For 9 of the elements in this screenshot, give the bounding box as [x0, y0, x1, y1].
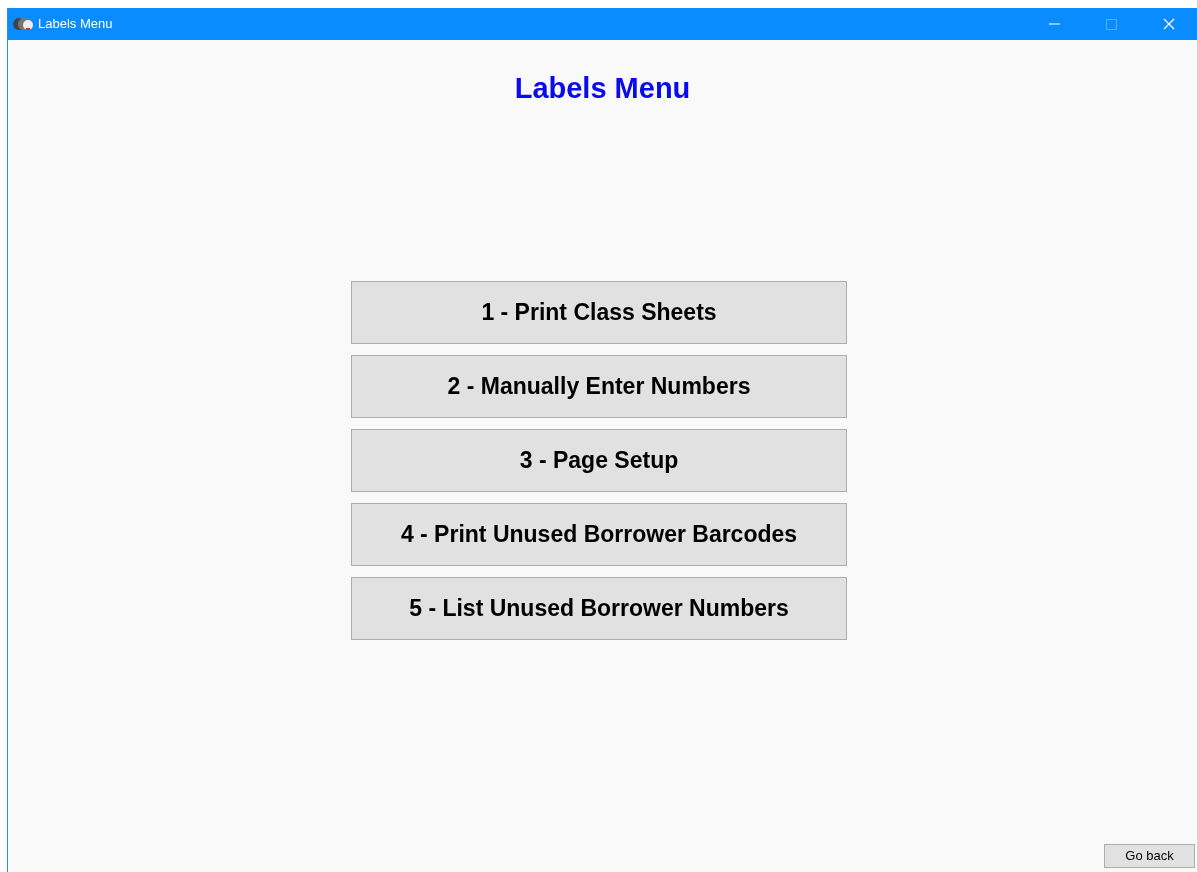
- menu-button[interactable]: 2 - Manually Enter Numbers: [351, 354, 847, 418]
- menu-button[interactable]: 1 - Print Class Sheets: [351, 280, 847, 344]
- menu-button[interactable]: 4 - Print Unused Borrower Barcodes: [351, 502, 847, 566]
- menu-button[interactable]: 5 - List Unused Borrower Numbers: [351, 576, 847, 640]
- window-title: Labels Menu: [38, 15, 113, 34]
- go-back-button[interactable]: Go back: [1104, 844, 1195, 868]
- menu-heading: Labels Menu: [514, 71, 691, 106]
- app-icon: [13, 15, 33, 33]
- menu-button[interactable]: 3 - Page Setup: [351, 428, 847, 492]
